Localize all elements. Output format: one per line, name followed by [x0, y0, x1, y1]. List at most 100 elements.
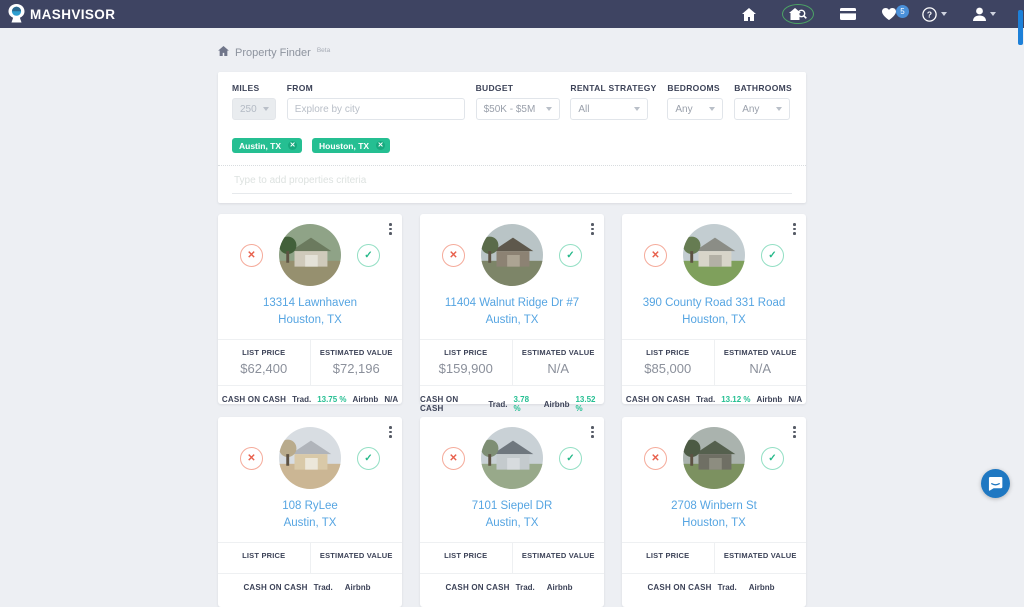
filter-rental-strategy: RENTAL STRATEGY All [570, 83, 656, 120]
reject-property-button[interactable]: ✕ [644, 244, 667, 267]
reject-property-button[interactable]: ✕ [442, 447, 465, 470]
estimated-value-value: $72,196 [311, 361, 403, 376]
accept-property-button[interactable]: ✓ [761, 447, 784, 470]
property-address-link[interactable]: 13314 Lawnhaven Houston, TX [218, 295, 402, 328]
city-tag[interactable]: Austin, TX ✕ [232, 138, 302, 153]
accept-property-button[interactable]: ✓ [357, 447, 380, 470]
property-address-link[interactable]: 108 RyLee Austin, TX [218, 498, 402, 531]
estimated-value-cell: ESTIMATED VALUE $72,196 [310, 340, 403, 385]
estimated-value-label: ESTIMATED VALUE [513, 348, 605, 357]
accept-property-button[interactable]: ✓ [357, 244, 380, 267]
bathrooms-select[interactable]: Any [734, 98, 790, 120]
chat-launcher-button[interactable] [981, 469, 1010, 498]
chevron-down-icon [941, 12, 947, 16]
bedrooms-select[interactable]: Any [667, 98, 723, 120]
from-label: FROM [287, 83, 465, 93]
property-finder-icon[interactable] [782, 4, 814, 24]
list-price-cell: LIST PRICE [622, 543, 714, 573]
accept-property-button[interactable]: ✓ [559, 447, 582, 470]
card-menu-icon[interactable] [589, 424, 596, 440]
list-price-label: LIST PRICE [218, 551, 310, 560]
home-icon[interactable] [742, 8, 756, 21]
reject-property-button[interactable]: ✕ [644, 447, 667, 470]
list-price-label: LIST PRICE [622, 551, 714, 560]
estimated-value-label: ESTIMATED VALUE [715, 348, 807, 357]
airbnb-label: Airbnb [544, 400, 570, 409]
brand-name: MASHVISOR [30, 7, 115, 22]
rental-strategy-label: RENTAL STRATEGY [570, 83, 656, 93]
chat-bubble-icon [988, 476, 1003, 491]
chevron-down-icon [634, 107, 640, 111]
svg-text:?: ? [927, 9, 932, 19]
miles-select[interactable]: 250 [232, 98, 276, 120]
scrollbar-thumb[interactable] [1018, 10, 1023, 45]
price-section: LIST PRICE ESTIMATED VALUE [218, 542, 402, 573]
budget-select[interactable]: $50K - $5M [476, 98, 560, 120]
estimated-value-cell: ESTIMATED VALUE [714, 543, 807, 573]
property-address-link[interactable]: 390 County Road 331 Road Houston, TX [622, 295, 806, 328]
chevron-down-icon [263, 107, 269, 111]
airbnb-value: N/A [788, 395, 802, 404]
property-photo[interactable] [683, 427, 745, 489]
trad-value: 13.12 % [721, 395, 750, 404]
airbnb-label: Airbnb [353, 395, 379, 404]
help-menu[interactable]: ? [922, 7, 947, 22]
cash-on-cash-section: CASH ON CASH Trad. Airbnb [420, 573, 604, 601]
cash-on-cash-label: CASH ON CASH [243, 583, 307, 592]
reject-property-button[interactable]: ✕ [240, 244, 263, 267]
cash-on-cash-label: CASH ON CASH [222, 395, 286, 404]
property-photo[interactable] [279, 224, 341, 286]
city-tags: Austin, TX ✕ Houston, TX ✕ [232, 138, 792, 153]
chevron-down-icon [990, 12, 996, 16]
chevron-down-icon [709, 107, 715, 111]
city-tag[interactable]: Houston, TX ✕ [312, 138, 390, 153]
reject-property-button[interactable]: ✕ [240, 447, 263, 470]
trad-label: Trad. [718, 583, 737, 592]
favorites-heart-icon[interactable]: 5 [882, 8, 896, 20]
remove-tag-icon[interactable]: ✕ [288, 141, 297, 150]
cash-on-cash-label: CASH ON CASH [647, 583, 711, 592]
trad-label: Trad. [488, 400, 507, 409]
reject-property-button[interactable]: ✕ [442, 244, 465, 267]
breadcrumb-home-icon[interactable] [218, 46, 229, 59]
property-address-link[interactable]: 7101 Siepel DR Austin, TX [420, 498, 604, 531]
card-menu-icon[interactable] [791, 424, 798, 440]
card-menu-icon[interactable] [387, 424, 394, 440]
filter-from: FROM [287, 83, 465, 120]
estimated-value-cell: ESTIMATED VALUE [512, 543, 605, 573]
property-photo[interactable] [279, 427, 341, 489]
property-photo[interactable] [481, 427, 543, 489]
accept-property-button[interactable]: ✓ [761, 244, 784, 267]
trad-label: Trad. [696, 395, 715, 404]
estimated-value-cell: ESTIMATED VALUE N/A [714, 340, 807, 385]
list-price-value: $159,900 [420, 361, 512, 376]
property-address-link[interactable]: 11404 Walnut Ridge Dr #7 Austin, TX [420, 295, 604, 328]
card-menu-icon[interactable] [387, 221, 394, 237]
trad-label: Trad. [314, 583, 333, 592]
accept-property-button[interactable]: ✓ [559, 244, 582, 267]
property-address-link[interactable]: 2708 Winbern St Houston, TX [622, 498, 806, 531]
favorites-count-badge[interactable]: 5 [896, 5, 909, 18]
property-card: ✕ ✓ 108 RyLee Austin, TX LIST PRICE ESTI… [218, 417, 402, 607]
criteria-input[interactable] [232, 166, 792, 194]
city-search-input[interactable] [287, 98, 465, 120]
list-price-label: LIST PRICE [420, 348, 512, 357]
estimated-value-value: N/A [715, 361, 807, 376]
account-menu[interactable] [973, 7, 996, 21]
card-menu-icon[interactable] [589, 221, 596, 237]
trad-value: 13.75 % [317, 395, 346, 404]
rental-strategy-select[interactable]: All [570, 98, 648, 120]
cash-on-cash-section: CASH ON CASH Trad. Airbnb [622, 573, 806, 601]
price-section: LIST PRICE $159,900 ESTIMATED VALUE N/A [420, 339, 604, 385]
mashvisor-logo[interactable]: MASHVISOR [8, 4, 115, 24]
remove-tag-icon[interactable]: ✕ [376, 141, 385, 150]
property-photo[interactable] [481, 224, 543, 286]
estimated-value-label: ESTIMATED VALUE [311, 348, 403, 357]
bathrooms-label: BATHROOMS [734, 83, 792, 93]
card-menu-icon[interactable] [791, 221, 798, 237]
miles-label: MILES [232, 83, 276, 93]
property-photo[interactable] [683, 224, 745, 286]
list-price-cell: LIST PRICE $85,000 [622, 340, 714, 385]
billing-card-icon[interactable] [840, 8, 856, 20]
list-price-cell: LIST PRICE $62,400 [218, 340, 310, 385]
